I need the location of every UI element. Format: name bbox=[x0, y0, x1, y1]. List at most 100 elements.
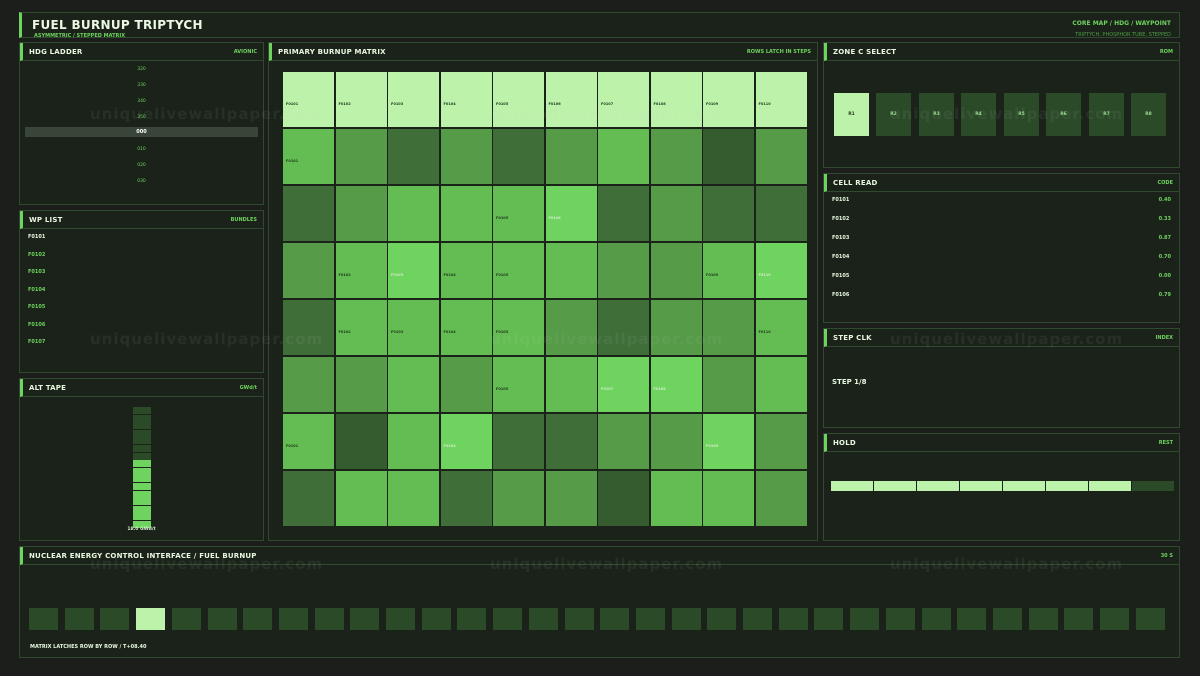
matrix-cell[interactable] bbox=[703, 357, 754, 412]
step-cell[interactable] bbox=[1135, 608, 1165, 630]
wp-item[interactable]: F0104 bbox=[28, 287, 45, 293]
matrix-cell[interactable]: F0102 bbox=[335, 300, 387, 355]
step-cell[interactable] bbox=[100, 608, 130, 630]
matrix-cell[interactable] bbox=[650, 471, 702, 526]
matrix-cell[interactable] bbox=[755, 414, 807, 469]
step-cell[interactable] bbox=[386, 608, 415, 630]
step-cell[interactable] bbox=[921, 608, 951, 630]
step-cell[interactable] bbox=[635, 608, 665, 630]
wp-item[interactable]: F0103 bbox=[28, 269, 45, 275]
matrix-cell[interactable]: F0101 bbox=[283, 129, 334, 184]
wp-item[interactable]: F0102 bbox=[28, 252, 45, 258]
matrix-cell[interactable] bbox=[703, 471, 754, 526]
step-cell[interactable] bbox=[207, 608, 237, 630]
zone-button-r3[interactable]: R3 bbox=[919, 93, 954, 136]
step-cell[interactable] bbox=[564, 608, 594, 630]
matrix-cell[interactable] bbox=[335, 414, 387, 469]
matrix-cell[interactable] bbox=[388, 129, 439, 184]
matrix-cell[interactable]: F0104 bbox=[440, 414, 492, 469]
matrix-cell[interactable] bbox=[388, 471, 439, 526]
matrix-cell[interactable]: F0105 bbox=[493, 300, 544, 355]
matrix-cell[interactable]: F0109 bbox=[703, 243, 754, 298]
matrix-cell[interactable] bbox=[335, 357, 387, 412]
matrix-cell[interactable] bbox=[598, 414, 649, 469]
matrix-cell[interactable]: F0105 bbox=[493, 186, 544, 241]
matrix-cell[interactable] bbox=[545, 357, 597, 412]
matrix-cell[interactable] bbox=[440, 186, 492, 241]
step-cell[interactable] bbox=[1100, 608, 1129, 630]
matrix-cell[interactable] bbox=[388, 357, 439, 412]
matrix-cell[interactable]: F0107 bbox=[598, 72, 649, 127]
matrix-cell[interactable] bbox=[650, 129, 702, 184]
step-cell[interactable] bbox=[350, 608, 380, 630]
step-cell[interactable] bbox=[1064, 608, 1094, 630]
matrix-cell[interactable]: F0108 bbox=[650, 72, 702, 127]
zone-button-r8[interactable]: R8 bbox=[1131, 93, 1166, 136]
step-cell[interactable] bbox=[743, 608, 772, 630]
matrix-cell[interactable] bbox=[598, 129, 649, 184]
matrix-cell[interactable] bbox=[493, 471, 544, 526]
matrix-cell[interactable] bbox=[440, 471, 492, 526]
matrix-cell[interactable]: F0102 bbox=[335, 243, 387, 298]
matrix-cell[interactable]: F0104 bbox=[440, 72, 492, 127]
matrix-cell[interactable] bbox=[335, 129, 387, 184]
step-cell[interactable] bbox=[314, 608, 344, 630]
wp-item[interactable]: F0105 bbox=[28, 304, 45, 310]
step-cell[interactable] bbox=[64, 608, 94, 630]
matrix-cell[interactable]: F0110 bbox=[755, 72, 807, 127]
matrix-cell[interactable]: F0102 bbox=[335, 72, 387, 127]
step-cell[interactable] bbox=[1028, 608, 1058, 630]
matrix-cell[interactable]: F0109 bbox=[703, 72, 754, 127]
matrix-cell[interactable]: F0105 bbox=[493, 72, 544, 127]
step-cell[interactable] bbox=[278, 608, 308, 630]
step-cell[interactable] bbox=[493, 608, 523, 630]
matrix-cell[interactable] bbox=[755, 186, 807, 241]
step-cell[interactable] bbox=[671, 608, 701, 630]
matrix-cell[interactable] bbox=[440, 129, 492, 184]
matrix-cell[interactable]: F0103 bbox=[388, 300, 439, 355]
zone-button-r2[interactable]: R2 bbox=[876, 93, 911, 136]
matrix-cell[interactable] bbox=[755, 129, 807, 184]
matrix-cell[interactable] bbox=[545, 243, 597, 298]
step-cell[interactable] bbox=[778, 608, 808, 630]
wp-item[interactable]: F0101 bbox=[28, 234, 45, 240]
matrix-cell[interactable] bbox=[545, 471, 597, 526]
matrix-cell[interactable] bbox=[703, 186, 754, 241]
matrix-cell[interactable] bbox=[650, 300, 702, 355]
wp-item[interactable]: F0106 bbox=[28, 322, 45, 328]
matrix-cell[interactable] bbox=[335, 471, 387, 526]
step-cell[interactable] bbox=[136, 608, 166, 630]
matrix-cell[interactable] bbox=[598, 471, 649, 526]
zone-button-r6[interactable]: R6 bbox=[1046, 93, 1081, 136]
step-cell[interactable] bbox=[528, 608, 558, 630]
matrix-cell[interactable]: F0108 bbox=[650, 357, 702, 412]
matrix-cell[interactable]: F0101 bbox=[283, 414, 334, 469]
zone-button-r1[interactable]: R1 bbox=[834, 93, 869, 136]
matrix-cell[interactable] bbox=[493, 414, 544, 469]
step-cell[interactable] bbox=[814, 608, 844, 630]
step-cell[interactable] bbox=[707, 608, 737, 630]
matrix-cell[interactable]: F0105 bbox=[493, 243, 544, 298]
zone-button-r5[interactable]: R5 bbox=[1004, 93, 1039, 136]
matrix-cell[interactable]: F0104 bbox=[440, 300, 492, 355]
matrix-cell[interactable]: F0110 bbox=[755, 243, 807, 298]
step-cell[interactable] bbox=[600, 608, 630, 630]
step-cell[interactable] bbox=[243, 608, 273, 630]
step-cell[interactable] bbox=[850, 608, 880, 630]
step-cell[interactable] bbox=[29, 608, 58, 630]
step-cell[interactable] bbox=[457, 608, 487, 630]
matrix-cell[interactable] bbox=[545, 129, 597, 184]
matrix-cell[interactable] bbox=[283, 300, 334, 355]
matrix-cell[interactable] bbox=[283, 243, 334, 298]
zone-button-r7[interactable]: R7 bbox=[1089, 93, 1124, 136]
matrix-cell[interactable] bbox=[388, 186, 439, 241]
matrix-cell[interactable] bbox=[755, 357, 807, 412]
matrix-cell[interactable]: F0103 bbox=[388, 72, 439, 127]
matrix-cell[interactable] bbox=[598, 243, 649, 298]
matrix-cell[interactable] bbox=[545, 414, 597, 469]
matrix-cell[interactable]: F0106 bbox=[545, 186, 597, 241]
matrix-cell[interactable] bbox=[283, 186, 334, 241]
matrix-cell[interactable] bbox=[703, 129, 754, 184]
hdg-selected[interactable]: 000 bbox=[25, 127, 258, 137]
matrix-cell[interactable] bbox=[440, 357, 492, 412]
